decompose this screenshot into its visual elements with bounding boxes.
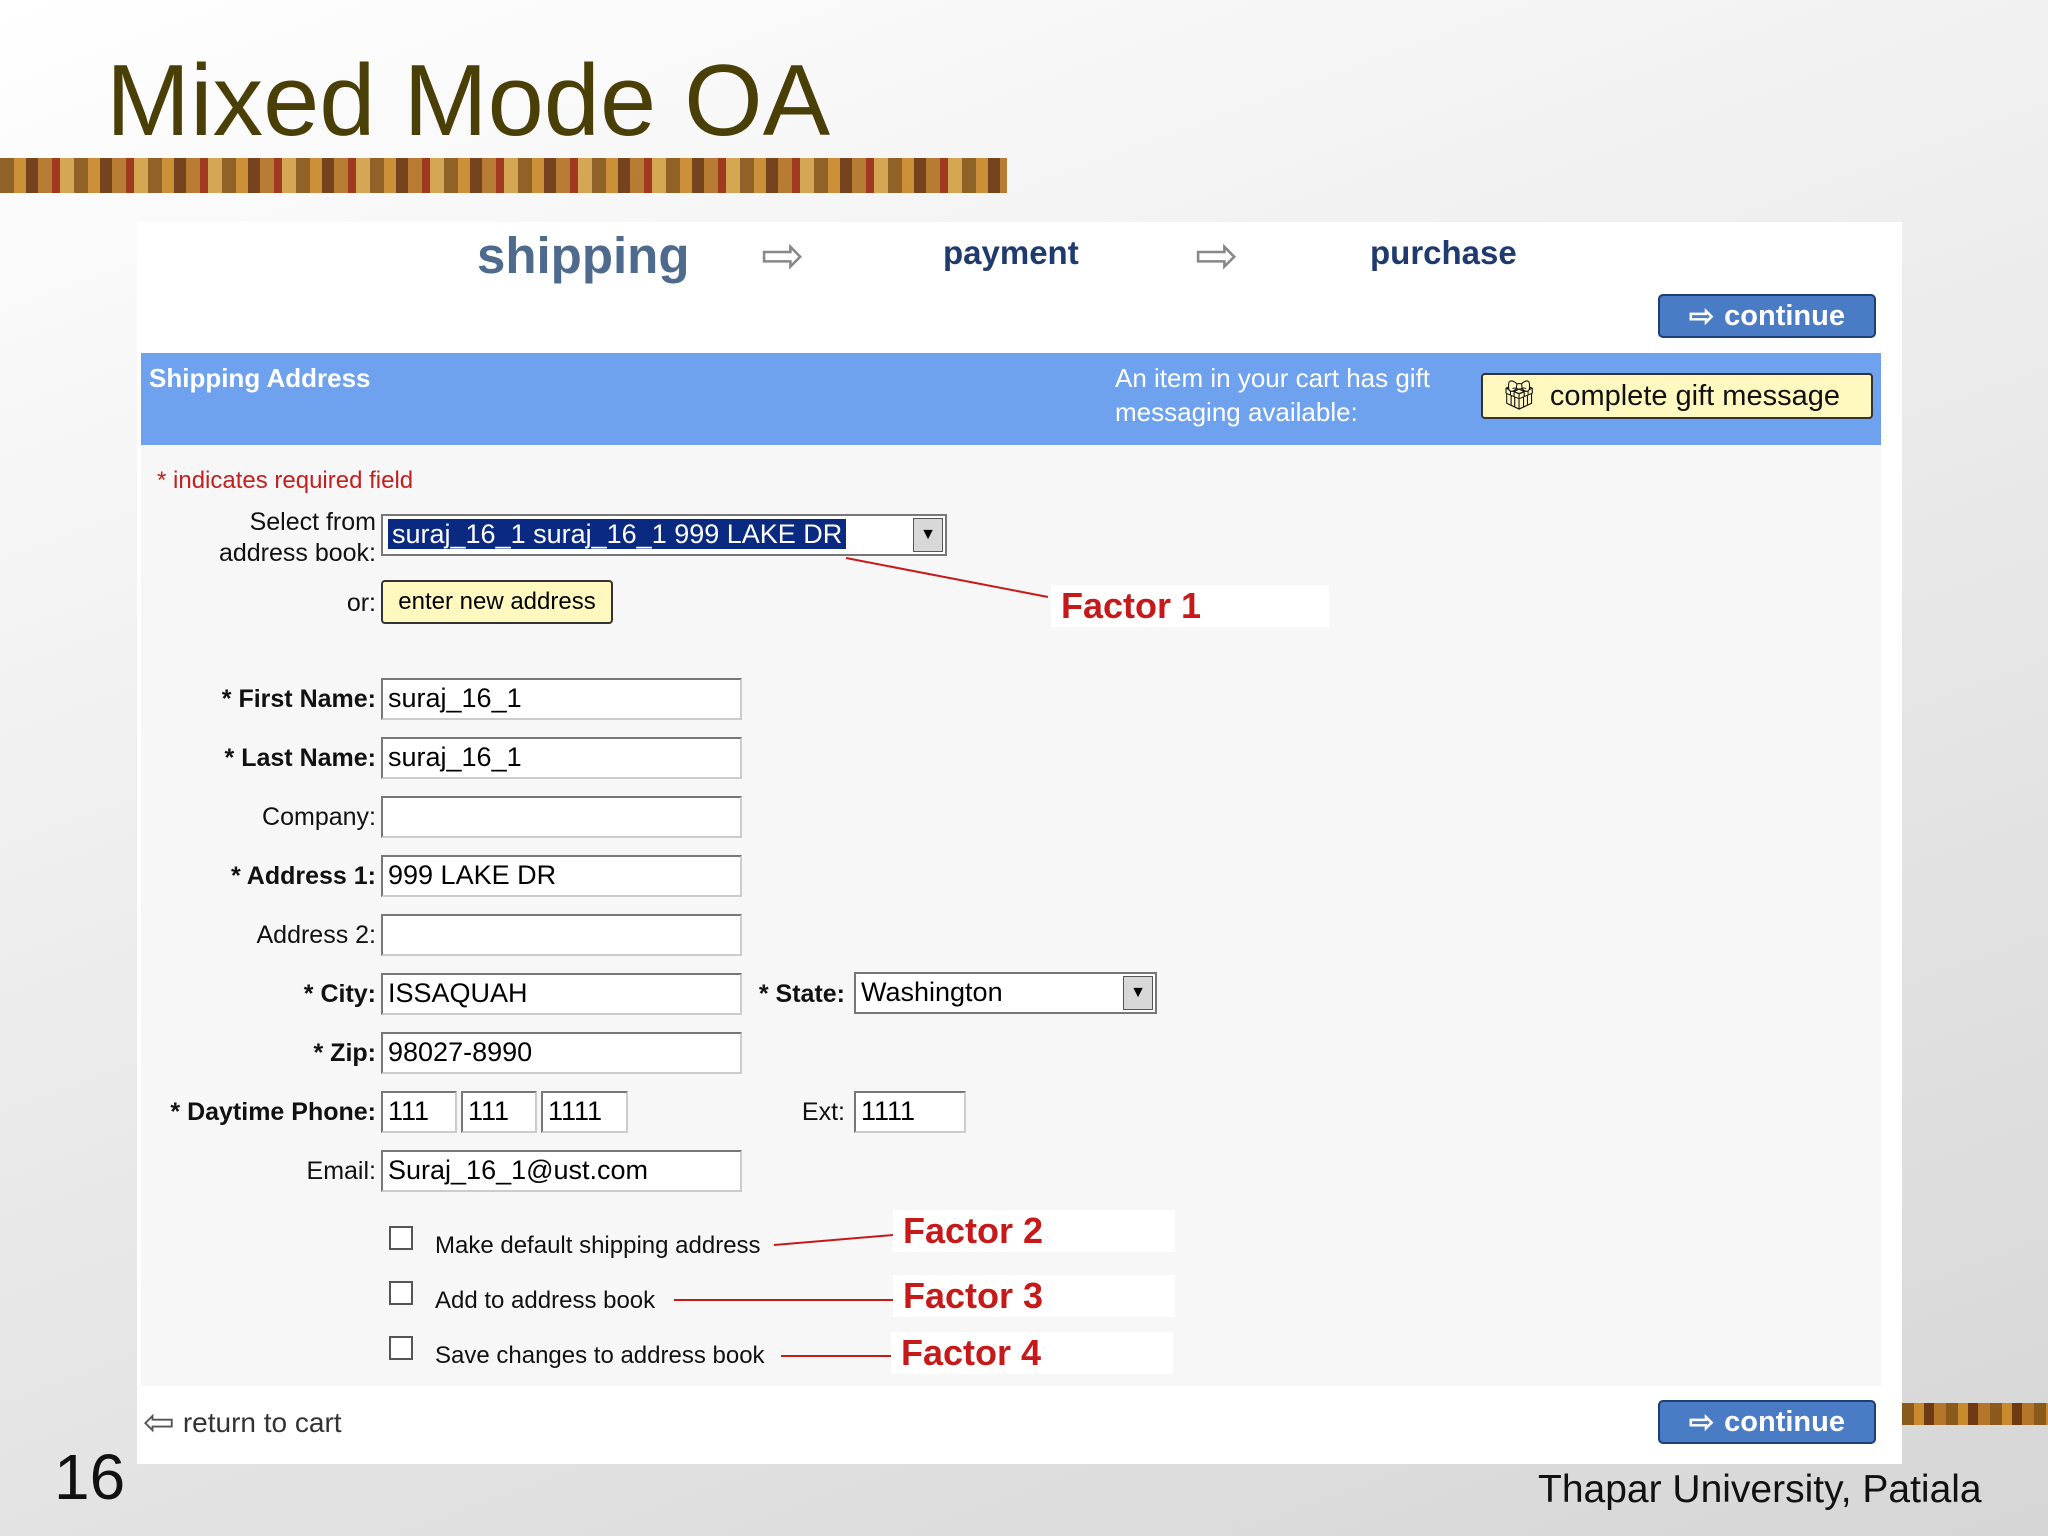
decorative-bar-small [1902,1403,2048,1425]
save-changes-label: Save changes to address book [435,1342,765,1369]
continue-label: continue [1724,1405,1845,1438]
continue-label: continue [1724,299,1845,332]
add-to-address-book-label: Add to address book [435,1287,656,1314]
form-area: * indicates required field Select from a… [141,445,1881,1386]
ext-input[interactable]: 1111 [854,1091,966,1133]
factor-1-annotation: Factor 1 [1051,585,1329,627]
return-to-cart-link[interactable]: ⇦ return to cart [143,1400,342,1445]
step-shipping: shipping [477,227,690,284]
make-default-label: Make default shipping address [435,1232,761,1259]
slide-title: Mixed Mode OA [106,45,831,157]
continue-button-bottom[interactable]: ⇨ continue [1658,1400,1876,1444]
step-purchase[interactable]: purchase [1370,234,1517,272]
phone-area-input[interactable]: 111 [381,1091,457,1133]
arrow-right-icon: ⇨ [761,227,805,285]
factor-2-annotation: Factor 2 [893,1210,1175,1252]
city-label: * City: [303,980,376,1008]
save-changes-checkbox[interactable] [389,1336,413,1360]
factor-3-annotation: Factor 3 [893,1275,1175,1317]
address2-input[interactable] [381,914,742,956]
slide-footer: Thapar University, Patiala [1538,1468,1982,1511]
last-name-label: * Last Name: [224,744,376,772]
factor-4-annotation: Factor 4 [891,1332,1173,1374]
return-to-cart-label: return to cart [182,1406,342,1438]
last-name-input[interactable]: suraj_16_1 [381,737,742,779]
email-label: Email: [306,1157,376,1185]
checkout-panel: shipping ⇨ payment ⇨ purchase ⇨ continue… [137,222,1902,1464]
arrow-right-icon: ⇨ [1689,1405,1715,1439]
chevron-down-icon[interactable]: ▼ [1123,976,1153,1010]
continue-button-top[interactable]: ⇨ continue [1658,294,1876,338]
state-value: Washington [861,977,1003,1007]
gift-note: An item in your cart has gift messaging … [1115,363,1431,427]
company-input[interactable] [381,796,742,838]
complete-gift-message-button[interactable]: 🎁︎ complete gift message [1481,373,1873,419]
zip-input[interactable]: 98027-8990 [381,1032,742,1074]
state-label: * State: [758,980,845,1008]
gift-icon: 🎁︎ [1501,380,1538,412]
first-name-label: * First Name: [221,685,376,713]
arrow-right-icon: ⇨ [1689,299,1715,333]
address1-label: * Address 1: [231,862,376,890]
add-to-address-book-checkbox[interactable] [389,1281,413,1305]
address1-input[interactable]: 999 LAKE DR [381,855,742,897]
decorative-bar [0,158,1007,193]
arrow-right-icon: ⇨ [1195,227,1239,285]
step-payment[interactable]: payment [943,234,1079,272]
phone-prefix-input[interactable]: 111 [461,1091,537,1133]
make-default-checkbox[interactable] [389,1226,413,1250]
phone-line-input[interactable]: 1111 [541,1091,628,1133]
address2-label: Address 2: [256,921,376,949]
email-input[interactable]: Suraj_16_1@ust.com [381,1150,742,1192]
daytime-phone-label: * Daytime Phone: [170,1098,376,1126]
company-label: Company: [262,803,376,831]
gift-button-label: complete gift message [1549,379,1840,412]
arrow-left-icon: ⇦ [143,1402,175,1444]
section-title: Shipping Address [149,363,371,393]
shipping-address-header: Shipping Address An item in your cart ha… [141,353,1881,445]
ext-label: Ext: [801,1098,845,1126]
zip-label: * Zip: [313,1039,377,1067]
first-name-input[interactable]: suraj_16_1 [381,678,742,720]
slide-number: 16 [54,1441,126,1513]
state-select[interactable]: Washington ▼ [854,972,1157,1014]
city-input[interactable]: ISSAQUAH [381,973,742,1015]
